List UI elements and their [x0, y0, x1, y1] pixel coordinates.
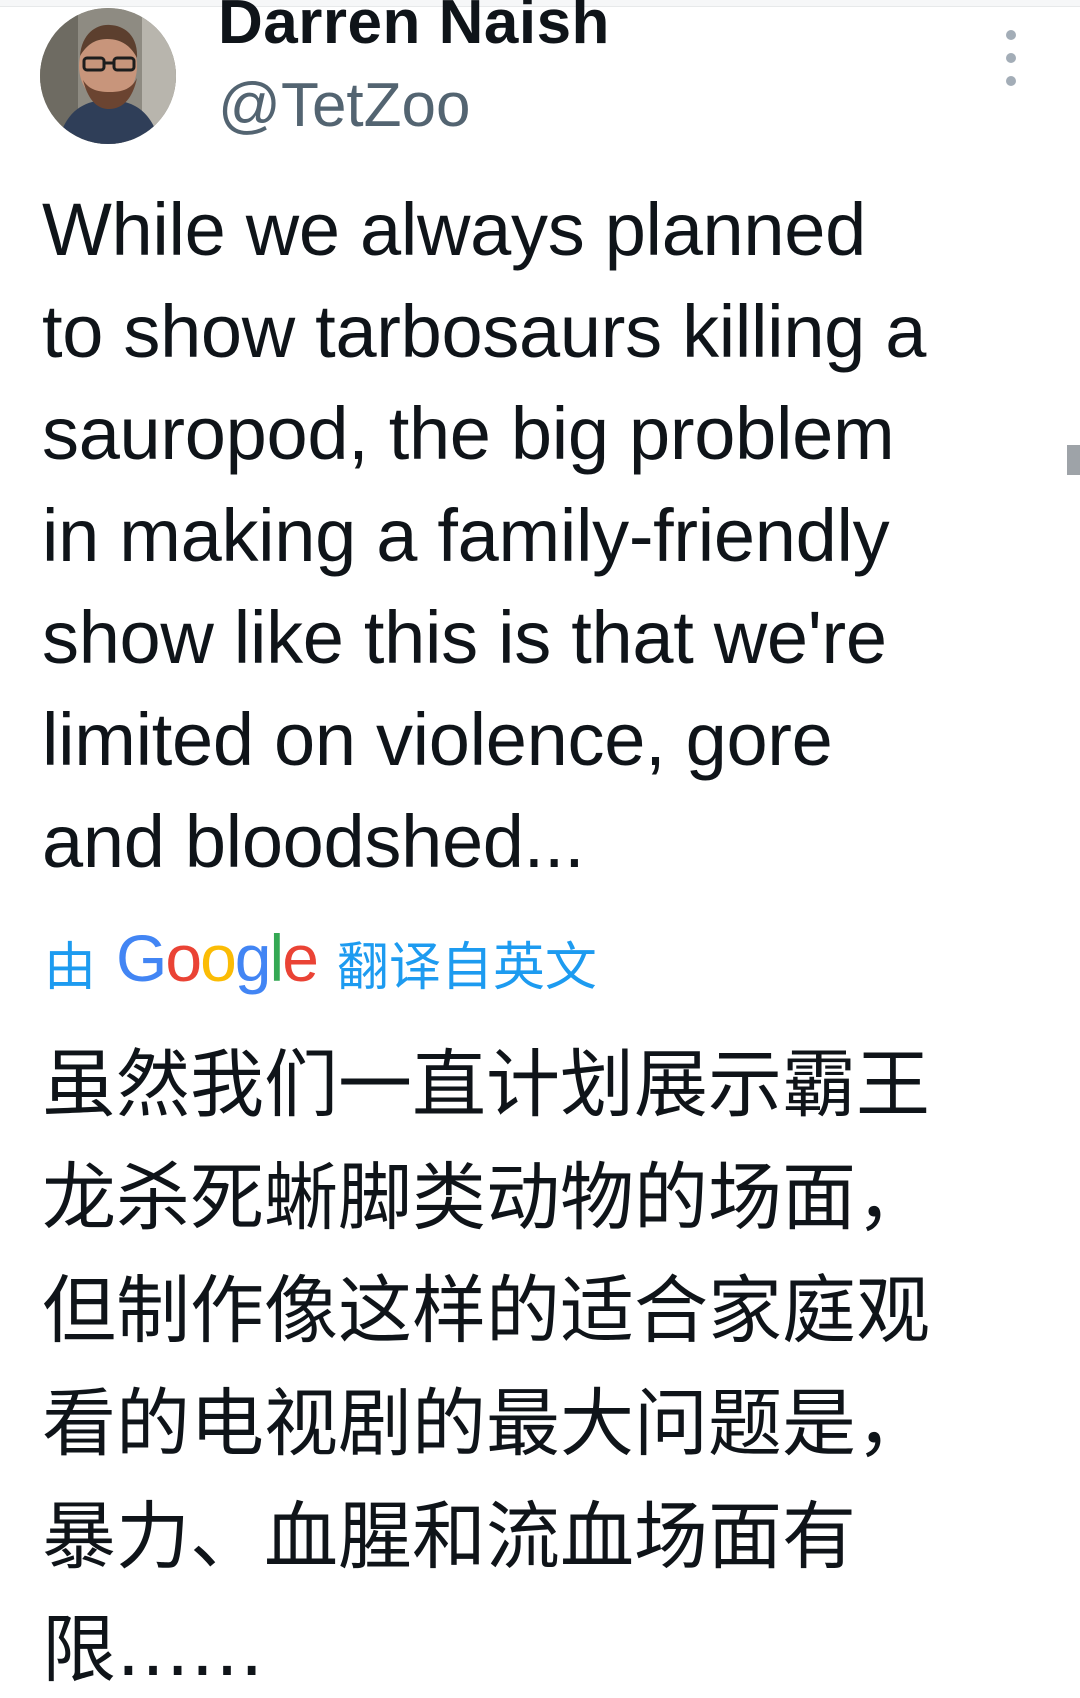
- google-logo-letter: l: [269, 921, 285, 995]
- more-vertical-icon: [1006, 30, 1016, 40]
- author-handle[interactable]: @TetZoo: [218, 70, 470, 142]
- translated-tweet-text: 虽然我们一直计划展示霸王 龙杀死蜥脚类动物的场面， 但制作像这样的适合家庭观 看…: [42, 1042, 930, 1693]
- tweet-detail-view: Darren Naish @TetZoo While we always pla…: [0, 0, 1080, 1698]
- user-avatar-photo-icon: [40, 8, 176, 144]
- google-logo: Google: [116, 925, 319, 991]
- translation-prefix: 由: [44, 938, 97, 997]
- more-options-button[interactable]: [996, 30, 1026, 86]
- google-logo-letter: G: [116, 921, 167, 995]
- tweet-text: While we always planned to show tarbosau…: [42, 188, 927, 883]
- avatar[interactable]: [40, 8, 176, 144]
- google-logo-letter: e: [282, 921, 319, 995]
- google-logo-letter: g: [234, 921, 272, 995]
- google-logo-letter: o: [165, 921, 202, 995]
- google-logo-letter: o: [200, 921, 237, 995]
- translated-by-google[interactable]: 由 Google 翻译自英文: [44, 922, 597, 1002]
- author-display-name[interactable]: Darren Naish: [218, 0, 610, 58]
- more-vertical-icon: [1006, 76, 1016, 86]
- more-vertical-icon: [1006, 53, 1016, 63]
- scrollbar-thumb[interactable]: [1067, 445, 1080, 475]
- translation-suffix: 翻译自英文: [336, 938, 597, 997]
